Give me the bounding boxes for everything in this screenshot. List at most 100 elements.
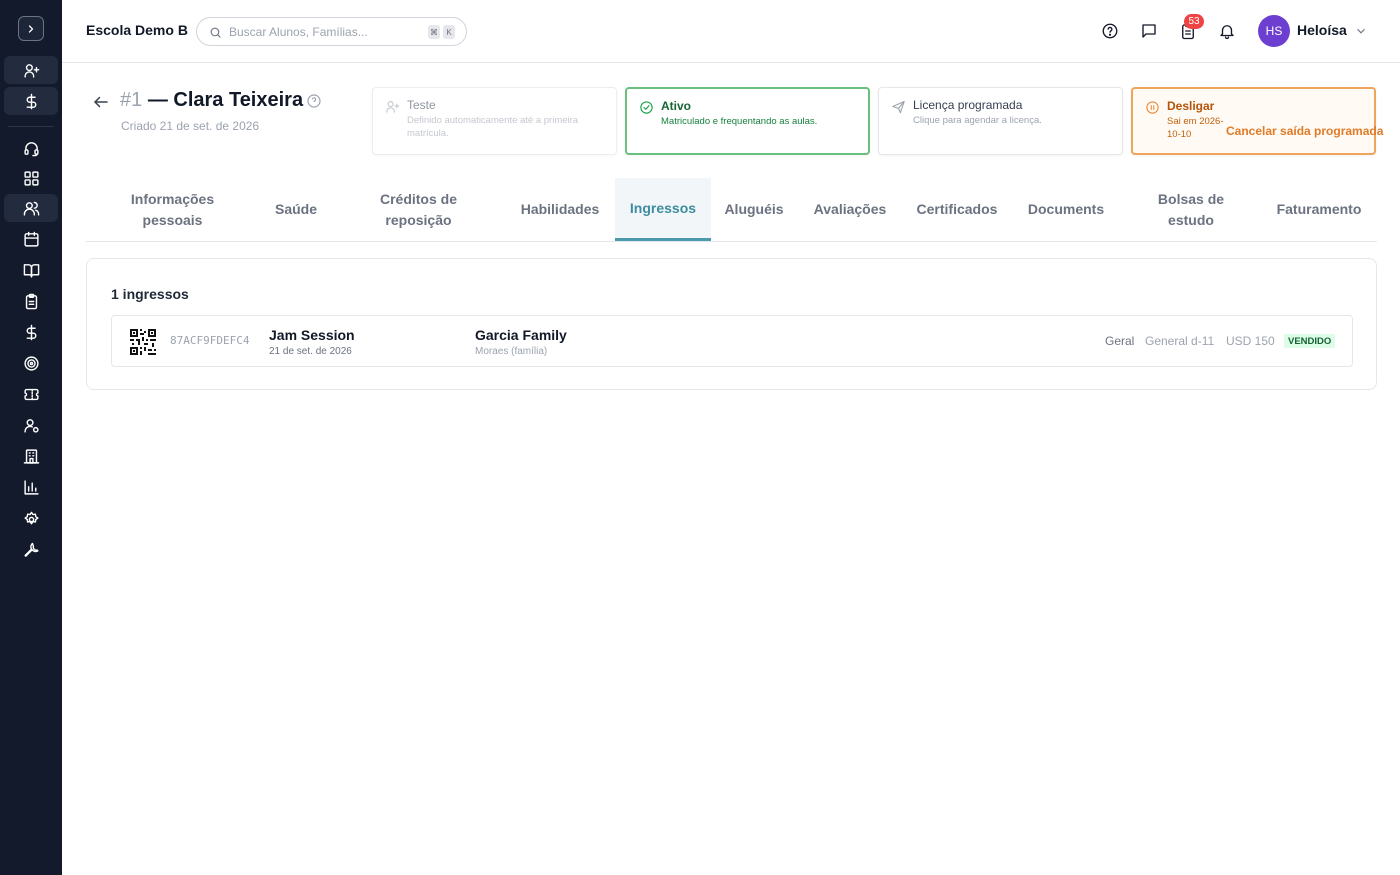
ticket-class: General d-11 [1145, 334, 1215, 348]
help-circle-icon [307, 94, 321, 108]
dollar-icon [26, 324, 36, 340]
sidebar-item-finance[interactable] [4, 318, 58, 346]
sidebar-item-tickets[interactable] [4, 380, 58, 408]
chevron-right-icon [28, 24, 34, 33]
ticket-icon [23, 388, 39, 400]
sidebar-item-tools[interactable] [4, 536, 58, 564]
tab-ingressos[interactable]: Ingressos [615, 178, 711, 241]
status-card-title: Licença programada [913, 98, 1023, 112]
sidebar-item-staff[interactable] [4, 411, 58, 439]
student-name: — Clara Teixeira [147, 89, 304, 111]
user-plus-icon [23, 63, 39, 78]
tab-faturamento[interactable]: Faturamento [1267, 178, 1371, 241]
tab-documents[interactable]: Documents [1018, 178, 1114, 241]
tab-alugueis[interactable]: Aluguéis [714, 178, 794, 241]
help-button[interactable] [1100, 21, 1120, 41]
sidebar-item-calendar[interactable] [4, 225, 58, 253]
sidebar-item-goals[interactable] [4, 349, 58, 377]
search-input[interactable] [229, 23, 419, 41]
status-card-licenca[interactable]: Licença programada Clique para agendar a… [878, 87, 1123, 155]
ticket-event: Jam Session [269, 327, 355, 343]
gear-icon [23, 511, 39, 524]
sidebar-item-attendance[interactable] [4, 287, 58, 315]
shortcut-key-cmd: ⌘ [428, 25, 440, 39]
status-card-title: Desligar [1167, 99, 1215, 113]
shortcut-key-k: K [443, 25, 455, 39]
sidebar-item-school[interactable] [4, 442, 58, 470]
sidebar-item-reports[interactable] [4, 473, 58, 501]
ticket-family-sub: Moraes (família) [475, 346, 548, 357]
status-card-description: Clique para agendar a licença. [913, 115, 1042, 126]
tab-saude[interactable]: Saúde [256, 178, 336, 241]
sidebar [0, 0, 62, 875]
tab-bolsas-de-estudo[interactable]: Bolsas de estudo [1141, 178, 1241, 241]
messages-button[interactable] [1139, 21, 1159, 41]
user-menu-toggle[interactable] [1354, 24, 1368, 38]
status-card-title: Ativo [661, 99, 691, 113]
status-card-description: Definido automaticamente até a primeira … [407, 115, 579, 139]
global-search[interactable]: ⌘ K [196, 17, 467, 46]
help-circle-icon [1102, 23, 1118, 39]
dollar-icon [26, 93, 36, 109]
sidebar-item-finance-quick[interactable] [4, 87, 58, 115]
tab-avaliacoes[interactable]: Avaliações [804, 178, 896, 241]
ticket-date: 21 de set. de 2026 [269, 346, 352, 357]
message-icon [1142, 24, 1156, 38]
user-plus-icon [385, 99, 400, 114]
bell-icon [1220, 25, 1234, 40]
profile-tabs: Informações pessoais Saúde Créditos de r… [86, 178, 1377, 242]
plane-icon [891, 99, 906, 114]
sidebar-expand-button[interactable] [18, 16, 44, 41]
headset-icon [23, 141, 39, 156]
chevron-down-icon [1357, 28, 1365, 34]
tab-certificados[interactable]: Certificados [906, 178, 1008, 241]
tab-creditos-de-reposicao[interactable]: Créditos de reposição [361, 178, 476, 241]
status-card-desligar[interactable]: Desligar Sai em 2026-10-10 [1131, 87, 1376, 155]
sidebar-item-add-student[interactable] [4, 56, 58, 84]
school-name: Escola Demo B [86, 22, 188, 38]
wrench-icon [23, 542, 39, 557]
tickets-panel: 1 ingressos 87ACF9FDEFC4 Jam Session 21 … [86, 258, 1377, 390]
title-help-button[interactable] [306, 93, 322, 109]
tasks-count-badge: 53 [1184, 14, 1204, 29]
ticket-code: 87ACF9FDEFC4 [170, 334, 250, 347]
user-gear-icon [23, 418, 39, 433]
status-card-title: Teste [407, 98, 436, 112]
status-card-description: Sai em 2026-10-10 [1167, 116, 1224, 140]
ticket-row[interactable]: 87ACF9FDEFC4 Jam Session 21 de set. de 2… [111, 315, 1353, 367]
back-button[interactable] [92, 93, 110, 111]
user-name[interactable]: Heloísa [1297, 22, 1347, 38]
tab-habilidades[interactable]: Habilidades [506, 178, 614, 241]
status-card-ativo[interactable]: Ativo Matriculado e frequentando as aula… [625, 87, 870, 155]
student-number: #1 [120, 89, 143, 111]
ticket-family[interactable]: Garcia Family [475, 327, 567, 343]
sidebar-item-support[interactable] [4, 134, 58, 162]
status-card-teste[interactable]: Teste Definido automaticamente até a pri… [372, 87, 617, 155]
sidebar-divider [8, 126, 54, 127]
clipboard-icon [25, 293, 37, 309]
sidebar-item-dashboard[interactable] [4, 164, 58, 192]
pause-circle-icon [1145, 100, 1160, 115]
user-avatar[interactable]: HS [1258, 15, 1290, 47]
sidebar-item-students[interactable] [4, 194, 58, 222]
tab-informacoes-pessoais[interactable]: Informações pessoais [110, 178, 235, 241]
book-icon [23, 263, 39, 278]
page-title: #1 — Clara Teixeira [120, 89, 303, 112]
chart-icon [23, 479, 39, 495]
cancel-scheduled-exit-link[interactable]: Cancelar saída programada [1226, 124, 1383, 138]
notifications-button[interactable] [1217, 21, 1237, 41]
ticket-price: USD 150 [1226, 334, 1275, 348]
users-icon [23, 201, 39, 216]
check-circle-icon [639, 100, 654, 115]
top-bar: Escola Demo B ⌘ K 53 HS Heloísa [62, 0, 1400, 63]
sidebar-item-settings[interactable] [4, 505, 58, 533]
status-card-description: Matriculado e frequentando as aulas. [661, 116, 818, 127]
calendar-icon [23, 231, 39, 247]
qr-code-icon [130, 329, 156, 355]
arrow-left-icon [94, 96, 108, 108]
building-icon [23, 448, 39, 464]
sidebar-item-courses[interactable] [4, 256, 58, 284]
created-date: Criado 21 de set. de 2026 [121, 119, 260, 133]
search-icon [210, 27, 221, 38]
tickets-count: 1 ingressos [111, 286, 189, 302]
